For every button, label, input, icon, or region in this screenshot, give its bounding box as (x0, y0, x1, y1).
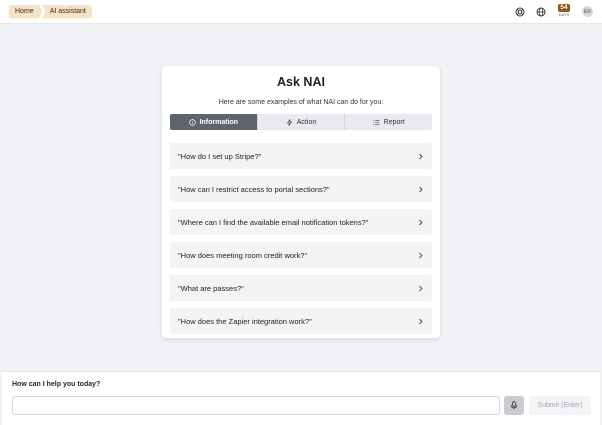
chevron-right-icon (419, 219, 423, 225)
breadcrumb-ai-assistant[interactable]: AI assistant (41, 4, 92, 19)
card-title: Ask NAI (277, 75, 325, 89)
submit-button[interactable]: Submit (Enter) (529, 396, 591, 415)
breadcrumb-home[interactable]: Home (9, 5, 43, 19)
example-question[interactable]: "How can I restrict access to portal sec… (170, 176, 432, 202)
tab-report[interactable]: Report (345, 114, 432, 130)
lightning-icon (286, 118, 292, 126)
example-question[interactable]: "Where can I find the available email no… (170, 209, 432, 235)
info-icon (188, 118, 196, 126)
top-bar: Home AI assistant 54 DAYS ER (0, 0, 602, 24)
list-icon (373, 119, 379, 125)
globe-icon[interactable] (536, 7, 546, 17)
chevron-right-icon (419, 252, 423, 258)
days-label: DAYS (558, 11, 570, 17)
example-question[interactable]: "How does the Zapier integration work?" (170, 308, 432, 334)
days-left-count: 54 (558, 3, 570, 12)
microphone-icon (510, 401, 518, 410)
chevron-right-icon (419, 318, 423, 324)
example-text: "How does meeting room credit work?" (178, 250, 308, 260)
example-tabs: Information Action Report (170, 114, 432, 130)
example-text: "How can I restrict access to portal sec… (178, 184, 330, 194)
tab-information[interactable]: Information (170, 114, 258, 130)
tab-action[interactable]: Action (258, 114, 346, 130)
breadcrumb: Home AI assistant (9, 4, 92, 19)
tab-information-label: Information (199, 118, 239, 126)
prompt-panel: How can I help you today? Submit (Enter) (2, 371, 600, 425)
microphone-button[interactable] (504, 396, 524, 415)
chevron-right-icon (419, 153, 423, 159)
example-question[interactable]: "What are passes?" (170, 275, 432, 301)
example-text: "How does the Zapier integration work?" (178, 316, 312, 326)
example-text: "Where can I find the available email no… (178, 217, 369, 227)
example-list: "How do I set up Stripe?" "How can I res… (170, 143, 432, 334)
example-text: "What are passes?" (178, 283, 244, 293)
chevron-right-icon (419, 186, 423, 192)
chevron-right-icon (419, 285, 423, 291)
avatar[interactable]: ER (582, 6, 593, 17)
prompt-label: How can I help you today? (12, 381, 101, 388)
ask-nai-card: Ask NAI Here are some examples of what N… (162, 66, 440, 338)
prompt-input[interactable] (12, 396, 500, 415)
tab-report-label: Report (383, 118, 405, 126)
card-subtitle: Here are some examples of what NAI can d… (218, 99, 384, 106)
help-lifebuoy-icon[interactable] (515, 7, 525, 17)
example-question[interactable]: "How does meeting room credit work?" (170, 242, 432, 268)
example-question[interactable]: "How do I set up Stripe?" (170, 143, 432, 169)
example-text: "How do I set up Stripe?" (178, 151, 262, 161)
trial-days-badge[interactable]: 54 DAYS (557, 3, 571, 19)
tab-action-label: Action (296, 118, 317, 126)
